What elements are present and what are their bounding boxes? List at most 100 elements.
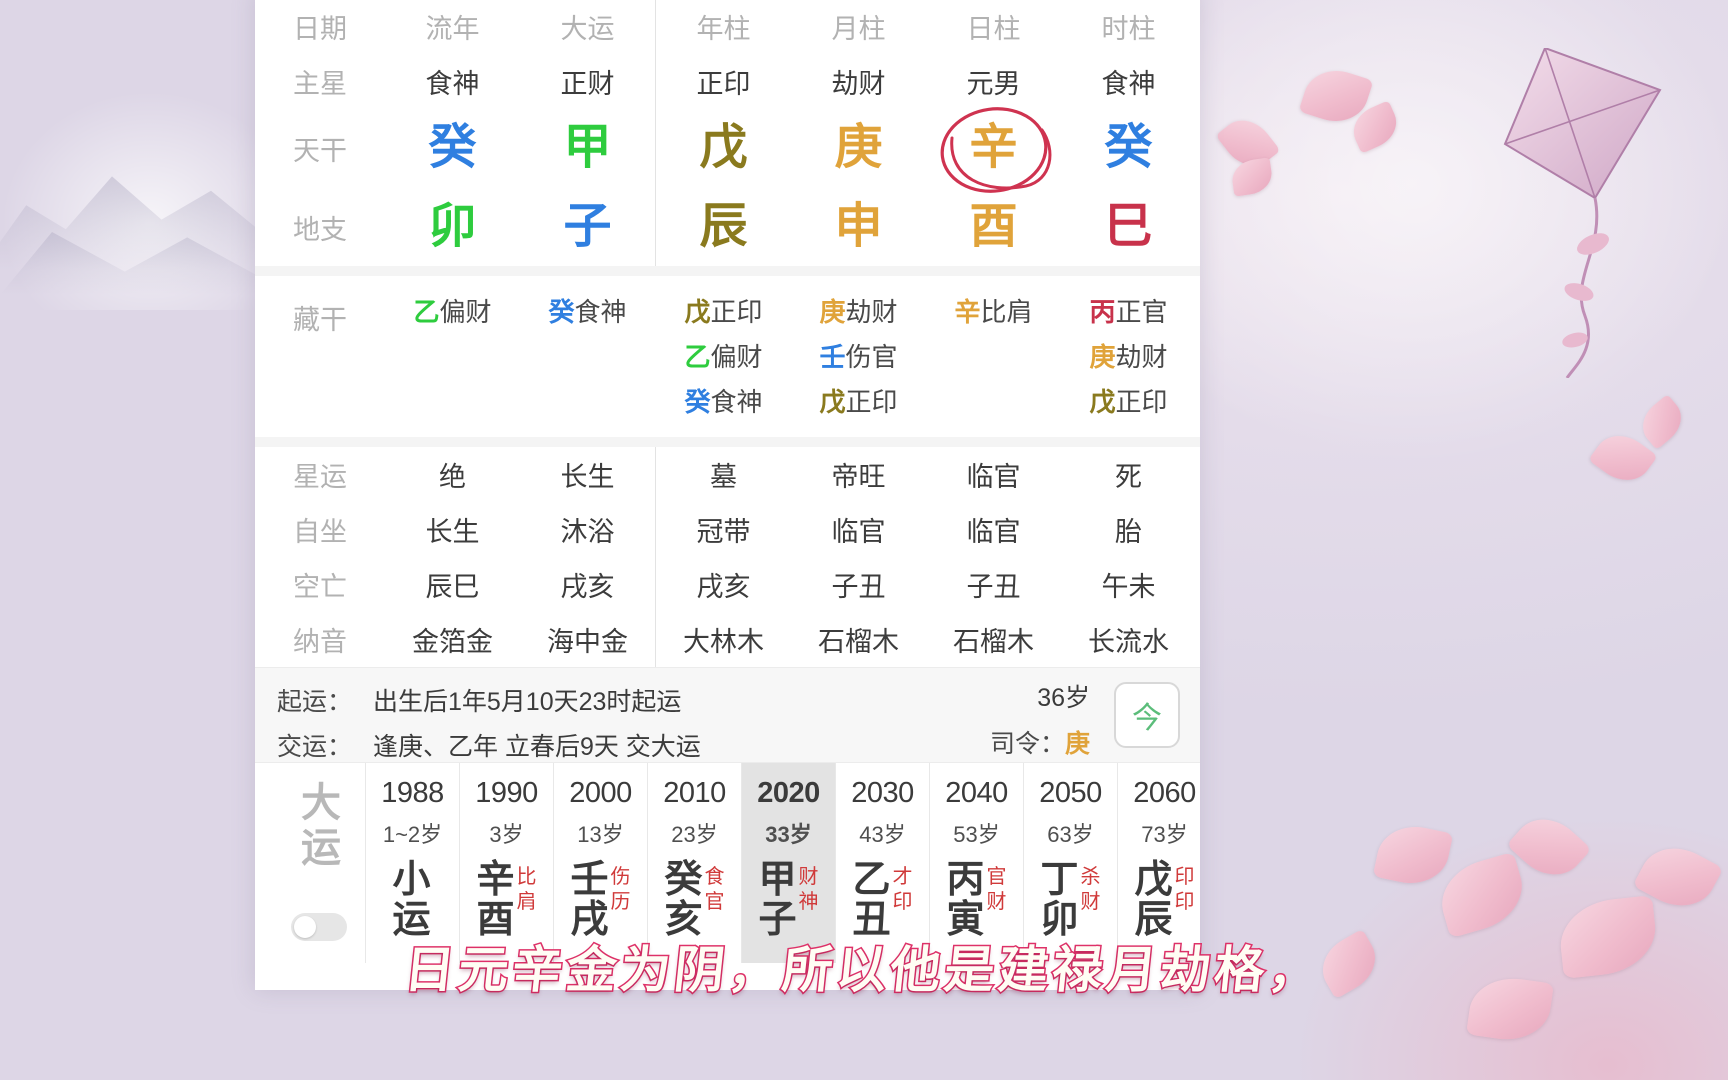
dayun-year: 2060: [1133, 777, 1196, 809]
dayun-ganzhi: 辛酉比肩: [476, 859, 537, 941]
hidden-stem-god: 劫财: [1115, 342, 1168, 372]
siling-label: 司令：: [989, 730, 1065, 758]
dayun-stem-god: 财: [798, 866, 819, 888]
hidden-stem-god: 正印: [1115, 387, 1168, 417]
main-star-dayun: 正财: [560, 68, 615, 99]
section-divider: [255, 266, 1200, 276]
dayun-ganzhi: 戊辰印印: [1134, 859, 1195, 941]
bazi-chart-card: 日期 流年 大运 年柱 月柱 日柱 时柱 主星 食神 正财 正印 劫财 元男 食…: [255, 0, 1200, 990]
dayun-year: 2000: [569, 777, 632, 809]
fortune-start-info: 起运： 出生后1年5月10天23时起运 交运： 逢庚、乙年 立春后9天 交大运 …: [255, 667, 1200, 763]
dayun-age: 63岁: [1047, 822, 1094, 847]
star-fortune-day: 临官: [966, 462, 1021, 492]
dayun-stem: 壬: [570, 859, 609, 901]
hidden-stem-char: 丙: [1089, 297, 1116, 327]
hidden-stem-char: 壬: [819, 342, 846, 372]
main-star-month: 劫财: [831, 68, 886, 99]
video-subtitle: 日元辛金为阴，所以他是建禄月劫格，: [400, 941, 1327, 1000]
dayun-god-tags: 印印: [1175, 865, 1195, 915]
dayun-year: 2050: [1039, 777, 1102, 809]
dayun-label-char: 运: [301, 825, 341, 870]
dayun-branch-god: 官: [704, 891, 725, 913]
dayun-ganzhi-chars: 小运: [392, 860, 430, 941]
hidden-stem-item: 辛比肩: [954, 292, 1032, 329]
row-label-heavenly-stem: 天干: [293, 135, 347, 166]
hidden-stem-char: 乙: [684, 342, 711, 372]
dayun-stem: 辛: [476, 859, 515, 901]
dayun-ganzhi-chars: 丁卯: [1040, 860, 1078, 941]
row-label-main-star: 主星: [293, 68, 347, 99]
dayun-age: 73岁: [1141, 822, 1188, 847]
main-star-row: 主星 食神 正财 正印 劫财 元男 食神: [255, 54, 1200, 108]
dayun-ganzhi: 丙寅官财: [946, 860, 1007, 941]
branch-hour[interactable]: 巳: [1061, 188, 1196, 266]
dayun-age: 13岁: [577, 822, 624, 847]
dayun-ganzhi-chars: 丙寅: [946, 860, 984, 941]
hidden-stems-section: 藏干 乙偏财 癸食神 戊正印 乙偏财 癸食神 庚劫财 壬伤官 戊正印 辛比肩 丙正官 庚劫…: [255, 276, 1200, 437]
dayun-age: 23岁: [671, 822, 718, 847]
nayin-hour: 长流水: [1088, 627, 1169, 657]
hidden-stem-item: 壬伤官: [819, 337, 897, 374]
dayun-age: 1~2岁: [382, 822, 443, 847]
branch-liunian[interactable]: 卯: [385, 188, 520, 266]
hidden-stem-char: 癸: [548, 297, 575, 327]
void-hour: 午未: [1101, 572, 1156, 602]
dayun-god-tags: 官财: [987, 865, 1007, 915]
stem-year[interactable]: 戊: [656, 108, 791, 188]
hidden-stem-god: 正印: [710, 297, 763, 327]
hidden-stems-year: 戊正印 乙偏财 癸食神: [656, 290, 791, 419]
dayun-ganzhi: 小运: [392, 860, 432, 941]
dayun-branch-god: 肩: [516, 891, 537, 913]
self-seat-dayun: 沐浴: [560, 517, 615, 547]
dayun-age: 53岁: [953, 822, 1000, 847]
branch-day[interactable]: 酉: [926, 188, 1061, 266]
hidden-stem-char: 戊: [1089, 387, 1116, 417]
dayun-stem: 戊: [1134, 859, 1173, 901]
stem-day[interactable]: 辛: [926, 107, 1061, 193]
dayun-stem-god: 杀: [1080, 866, 1101, 888]
stem-liunian[interactable]: 癸: [385, 108, 520, 188]
nayin-liunian: 金箔金: [412, 627, 493, 657]
hidden-stem-char: 庚: [819, 297, 846, 327]
hidden-stem-god: 食神: [710, 387, 763, 417]
dayun-god-tags: 杀财: [1081, 865, 1101, 915]
dayun-year: 1988: [381, 777, 444, 809]
hidden-stem-god: 食神: [574, 297, 627, 327]
hidden-stem-item: 庚劫财: [1089, 337, 1167, 374]
dayun-age: 43岁: [859, 822, 906, 847]
stem-dayun[interactable]: 甲: [520, 108, 655, 188]
dayun-year: 2030: [851, 777, 914, 809]
star-fortune-month: 帝旺: [831, 462, 886, 492]
dayun-god-tags: 比肩: [517, 865, 537, 915]
hidden-stems-row: 藏干 乙偏财 癸食神 戊正印 乙偏财 癸食神 庚劫财 壬伤官 戊正印 辛比肩 丙正官 庚劫…: [255, 290, 1200, 419]
dayun-ganzhi-chars: 壬戌: [570, 859, 609, 941]
void-year: 戌亥: [696, 572, 751, 602]
stem-month[interactable]: 庚: [791, 108, 926, 188]
dayun-god-tags: 财神: [799, 865, 819, 915]
dayun-ganzhi: 癸亥食官: [664, 859, 725, 941]
hidden-stem-item: 戊正印: [684, 292, 762, 329]
branch-year[interactable]: 辰: [656, 188, 791, 266]
hidden-stems-day: 辛比肩: [926, 290, 1061, 329]
dayun-label-char: 大: [301, 781, 341, 825]
main-star-liunian: 食神: [425, 68, 480, 99]
dayun-branch-god: 神: [798, 891, 819, 913]
stem-hour[interactable]: 癸: [1061, 108, 1196, 188]
dayun-branch-god: 印: [892, 891, 913, 913]
dayun-age: 3岁: [489, 822, 524, 847]
branch-month[interactable]: 申: [791, 188, 926, 266]
heavenly-stem-row: 天干 癸 甲 戊 庚 辛 癸: [255, 107, 1200, 193]
row-label-date: 日期: [293, 13, 347, 44]
hidden-stems-month: 庚劫财 壬伤官 戊正印: [791, 290, 926, 419]
star-fortune-hour: 死: [1115, 462, 1142, 492]
nayin-year: 大林木: [683, 627, 764, 657]
nayin-day: 石榴木: [953, 627, 1034, 657]
dayun-stem-god: 食: [704, 866, 725, 888]
today-button[interactable]: 今: [1114, 682, 1180, 748]
branch-dayun[interactable]: 子: [520, 188, 655, 266]
void-month: 子丑: [831, 572, 886, 602]
nayin-row: 纳音 金箔金 海中金 大林木 石榴木 石榴木 长流水: [255, 612, 1200, 667]
dayun-ganzhi: 乙丑才印: [852, 860, 913, 941]
dayun-stem: 癸: [664, 859, 703, 901]
row-label-hidden-stems: 藏干: [293, 305, 347, 335]
